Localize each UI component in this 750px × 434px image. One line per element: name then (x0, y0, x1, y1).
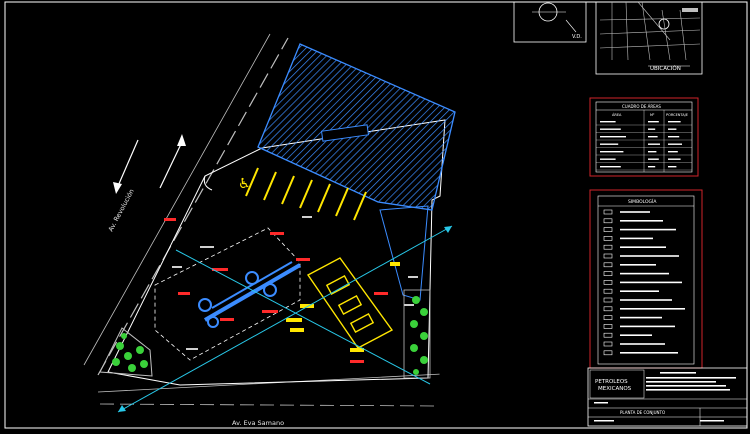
areas-row-cell (600, 151, 624, 153)
symbol-label (620, 220, 663, 222)
arrow-up-icon (159, 134, 186, 189)
location-title: UBICACIÓN (650, 65, 681, 72)
symbol-label (620, 316, 662, 319)
symbol-label (620, 299, 672, 301)
title-block-lines (646, 372, 736, 391)
accessibility-icon: ♿ (238, 176, 251, 192)
areas-row-cell (648, 143, 660, 145)
areas-row-cell (668, 136, 680, 138)
areas-title: CUADRO DE ÁREAS (622, 104, 661, 109)
areas-row-cell (668, 158, 681, 160)
symbol-label (620, 237, 653, 240)
areas-row-cell (668, 151, 678, 153)
areas-row-cell (668, 143, 682, 145)
areas-row-cell (648, 121, 659, 123)
symbol-icon (603, 341, 613, 347)
areas-row-cell (600, 143, 619, 145)
symbol-label (620, 228, 676, 231)
areas-row-cell (600, 128, 621, 130)
symbol-label (620, 264, 656, 266)
areas-header-area: ÁREA (612, 112, 622, 117)
company-name: PETROLEOS MEXICANOS (595, 379, 632, 392)
areas-header-m2: M² (650, 113, 655, 117)
symbol-icon (603, 332, 613, 338)
street-label-bottom: Av. Eva Samano (232, 419, 284, 427)
symbol-icon (603, 209, 613, 215)
symbol-label (620, 290, 659, 292)
storage-tanks (306, 257, 394, 349)
symbol-icon (603, 297, 613, 303)
symbol-label (620, 211, 650, 213)
areas-header-percent: PORCENTAJE (666, 113, 688, 117)
symbols-panel (589, 189, 703, 369)
title-block (587, 367, 748, 427)
cad-drawing-canvas[interactable]: ♿ Av. Revolución Av. Eva Samano V.D. UBI… (0, 0, 750, 430)
north-arrow-icon (532, 2, 577, 33)
symbol-icon (603, 315, 613, 320)
areas-row-cell (648, 151, 657, 153)
symbol-label (620, 343, 665, 345)
areas-row-cell (668, 121, 681, 123)
symbol-icon (603, 227, 613, 232)
symbol-icon (603, 244, 613, 250)
symbol-icon (603, 324, 613, 329)
areas-row-cell (600, 121, 616, 123)
symbol-icon (603, 218, 613, 224)
symbol-icon (603, 253, 613, 259)
symbol-label (620, 352, 678, 354)
vd-label: V.D. (572, 34, 582, 40)
areas-row-cell (600, 166, 621, 168)
symbol-icon (603, 236, 613, 241)
areas-row-cell (600, 158, 616, 160)
areas-row-cell (600, 136, 626, 138)
areas-row-cell (668, 128, 677, 130)
symbol-icon (603, 262, 613, 268)
symbol-label (620, 272, 669, 275)
symbol-label (620, 334, 652, 336)
areas-row-cell (648, 128, 656, 130)
symbol-label (620, 325, 675, 328)
symbol-icon (603, 306, 613, 312)
areas-row-cell (648, 158, 659, 160)
symbol-icon (603, 280, 613, 285)
plan-title: PLANTA DE CONJUNTO (620, 410, 665, 415)
section-line-1 (117, 225, 453, 413)
symbol-icon (603, 271, 613, 276)
symbols-title: SIMBOLOGÍA (628, 198, 657, 205)
symbol-icon (603, 350, 613, 356)
areas-row-cell (648, 166, 656, 168)
cad-drawing: ♿ Av. Revolución Av. Eva Samano V.D. UBI… (4, 1, 748, 429)
arrow-down-icon (113, 139, 139, 194)
areas-row-cell (668, 166, 677, 168)
symbol-label (620, 255, 679, 257)
site-plan: ♿ Av. Revolución Av. Eva Samano (83, 33, 456, 427)
symbol-icon (603, 288, 613, 294)
green-shrubs-right (410, 296, 428, 375)
symbols-list (603, 209, 685, 356)
symbol-label (620, 246, 666, 248)
symbol-label (620, 281, 682, 284)
street-label-left: Av. Revolución (107, 188, 136, 233)
symbol-label (620, 308, 685, 310)
areas-row-cell (648, 136, 658, 138)
